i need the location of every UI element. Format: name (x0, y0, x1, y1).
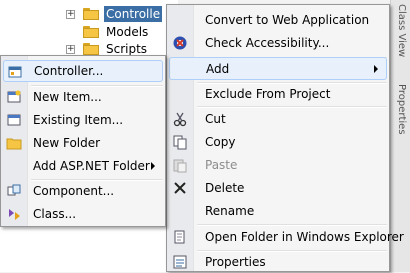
menu-item-label: Existing Item... (33, 113, 124, 127)
menu-item-new-folder[interactable]: New Folder (3, 132, 163, 154)
menu-item-existing-item[interactable]: Existing Item... (3, 109, 163, 131)
open-folder-icon (172, 229, 188, 245)
menu-item-label: Copy (205, 135, 236, 149)
menu-item-label: Check Accessibility... (205, 36, 330, 50)
folder-icon (83, 8, 99, 20)
menu-item-label: Component... (33, 184, 115, 198)
menu-item-label: Controller... (34, 64, 104, 78)
submenu-arrow-icon (374, 65, 378, 73)
menu-item-add-aspnet-folder[interactable]: Add ASP.NET Folder (3, 155, 163, 177)
menu-item-cut[interactable]: Cut (169, 108, 387, 130)
menu-item-open-folder[interactable]: Open Folder in Windows Explorer (169, 226, 404, 248)
menu-item-label: Open Folder in Windows Explorer (205, 230, 404, 244)
menu-item-label: Exclude From Project (205, 87, 331, 101)
menu-item-label: Class... (33, 207, 77, 221)
menu-item-class[interactable]: Class... (3, 203, 163, 225)
context-menu: Convert to Web Application Check Accessi… (166, 4, 404, 273)
menu-item-new-item[interactable]: New Item... (3, 86, 163, 108)
component-icon (6, 183, 22, 199)
menu-item-label: Paste (205, 158, 238, 172)
expand-icon[interactable]: + (66, 44, 75, 54)
folder-icon (83, 43, 99, 55)
menu-item-label: Add (206, 61, 230, 76)
controller-icon (7, 64, 23, 80)
menu-item-label: Rename (205, 204, 255, 218)
menu-item-component[interactable]: Component... (3, 180, 163, 202)
class-icon (6, 206, 22, 222)
menu-item-label: Convert to Web Application (205, 13, 370, 27)
paste-icon (172, 157, 188, 173)
tree-node-label: Controlle (104, 6, 163, 22)
add-submenu: Controller... New Item... Existing Item.… (0, 55, 166, 227)
menu-item-label: Add ASP.NET Folder (33, 159, 150, 173)
menu-item-delete[interactable]: Delete (169, 177, 387, 199)
accessibility-icon (172, 35, 188, 51)
menu-item-exclude[interactable]: Exclude From Project (169, 83, 387, 105)
menu-item-rename[interactable]: Rename (169, 200, 387, 222)
tree-node-label: Models (106, 25, 149, 39)
expand-icon[interactable]: + (66, 9, 75, 19)
copy-icon (172, 134, 188, 150)
folder-icon (83, 26, 99, 38)
menu-item-copy[interactable]: Copy (169, 131, 387, 153)
tree-node-controllers[interactable]: + Controlle (66, 6, 163, 22)
menu-item-properties[interactable]: Properties (169, 251, 387, 273)
new-folder-icon (6, 135, 22, 151)
menu-item-label: New Folder (33, 136, 101, 150)
delete-icon (172, 180, 188, 196)
menu-item-label: Properties (205, 255, 266, 269)
menu-item-paste[interactable]: Paste (169, 154, 387, 176)
existing-item-icon (6, 112, 22, 128)
properties-icon (172, 254, 188, 270)
menu-item-controller[interactable]: Controller... (3, 60, 163, 82)
menu-item-label: Delete (205, 181, 245, 195)
menu-item-add[interactable]: Add (169, 57, 387, 80)
new-item-icon (6, 89, 22, 105)
menu-item-check-accessibility[interactable]: Check Accessibility... (169, 32, 387, 54)
scissors-icon (172, 111, 188, 127)
menu-item-convert-web-app[interactable]: Convert to Web Application (169, 9, 387, 31)
tree-node-models[interactable]: Models (83, 24, 150, 40)
tab-properties[interactable]: Properties (393, 84, 407, 164)
menu-item-label: Cut (205, 112, 226, 126)
submenu-arrow-icon (151, 162, 155, 170)
tab-class-view[interactable]: Class View (393, 4, 407, 74)
menu-item-label: New Item... (33, 90, 102, 104)
